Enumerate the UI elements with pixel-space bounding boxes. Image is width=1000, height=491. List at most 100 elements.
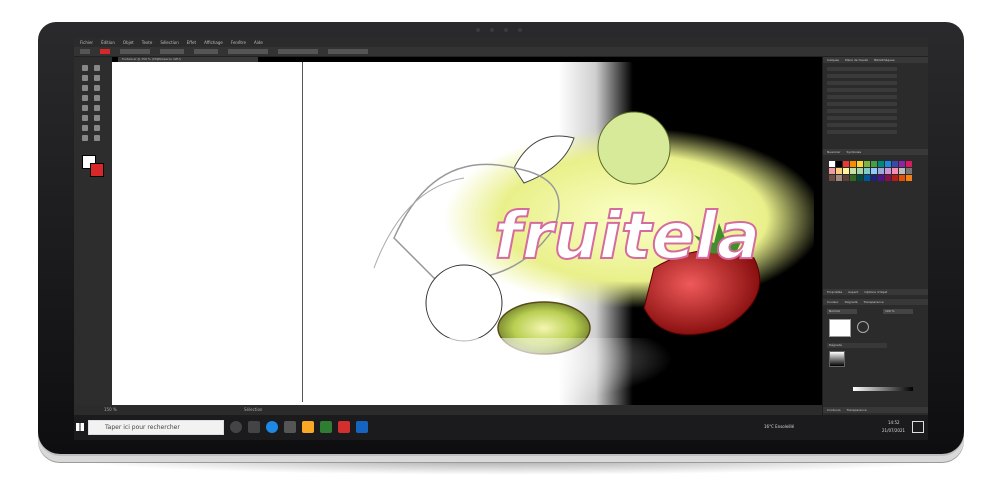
pencil-tool-icon[interactable] — [82, 105, 88, 111]
adobe-app-icon[interactable] — [284, 421, 296, 433]
paintbrush-tool-icon[interactable] — [94, 95, 100, 101]
swatch[interactable] — [850, 161, 856, 167]
scale-tool-icon[interactable] — [94, 115, 100, 121]
rectangle-tool-icon[interactable] — [82, 95, 88, 101]
windows-start-icon[interactable] — [76, 423, 84, 431]
stroke-weight-field[interactable] — [120, 49, 150, 54]
swatch[interactable] — [878, 175, 884, 181]
app-icon[interactable] — [320, 421, 332, 433]
cortana-icon[interactable] — [230, 421, 242, 433]
swatch[interactable] — [885, 175, 891, 181]
tab-gradient[interactable]: Dégradé — [845, 299, 858, 305]
curvature-tool-icon[interactable] — [94, 75, 100, 81]
layer-row[interactable] — [827, 102, 897, 106]
align-controls[interactable] — [228, 49, 268, 54]
menu-item[interactable]: Aide — [254, 40, 263, 45]
swatch[interactable] — [906, 161, 912, 167]
swatch[interactable] — [850, 175, 856, 181]
layer-row[interactable] — [827, 123, 897, 127]
swatch[interactable] — [899, 168, 905, 174]
no-mask-icon[interactable] — [857, 321, 869, 333]
opacity-dropdown[interactable]: 100 % — [883, 309, 913, 314]
transparency-thumbnail[interactable] — [829, 319, 851, 337]
swatch[interactable] — [864, 161, 870, 167]
swatch[interactable] — [906, 175, 912, 181]
tab-symbols[interactable]: Symboles — [846, 149, 861, 155]
swatch[interactable] — [836, 168, 842, 174]
blend-mode-dropdown[interactable]: Normal — [827, 309, 857, 314]
swatch[interactable] — [871, 168, 877, 174]
tab-object-options[interactable]: Options d'objet — [864, 289, 887, 295]
tab-transparency[interactable]: Transparence — [864, 299, 884, 305]
menu-item[interactable]: Texte — [142, 40, 153, 45]
tab-color[interactable]: Couleur — [827, 299, 839, 305]
fill-swatch[interactable] — [80, 49, 90, 54]
edge-icon[interactable] — [266, 421, 278, 433]
photoshop-icon[interactable] — [356, 421, 368, 433]
task-view-icon[interactable] — [248, 421, 260, 433]
opacity-field[interactable] — [194, 49, 218, 54]
eyedropper-tool-icon[interactable] — [94, 125, 100, 131]
swatch[interactable] — [878, 161, 884, 167]
selection-tool-icon[interactable] — [82, 65, 88, 71]
tab-swatches[interactable]: Nuancier — [827, 149, 840, 155]
rotate-tool-icon[interactable] — [82, 115, 88, 121]
gradient-tool-icon[interactable] — [82, 125, 88, 131]
menu-item[interactable]: Sélection — [160, 40, 178, 45]
weather-status[interactable]: 16°C Ensoleillé — [764, 424, 794, 429]
layer-row[interactable] — [827, 81, 897, 85]
tab-artboards[interactable]: Plans de travail — [845, 57, 868, 63]
swatch[interactable] — [885, 161, 891, 167]
swatch[interactable] — [850, 168, 856, 174]
swatch[interactable] — [857, 168, 863, 174]
swatch[interactable] — [829, 161, 835, 167]
pen-tool-icon[interactable] — [82, 75, 88, 81]
zoom-level[interactable]: 150 % — [104, 407, 117, 412]
transform-controls[interactable] — [278, 49, 318, 54]
stroke-swatch[interactable] — [100, 49, 110, 54]
swatch[interactable] — [899, 161, 905, 167]
swatch[interactable] — [843, 168, 849, 174]
menu-item[interactable]: Objet — [123, 40, 134, 45]
swatch[interactable] — [843, 175, 849, 181]
swatch[interactable] — [885, 168, 891, 174]
file-explorer-icon[interactable] — [302, 421, 314, 433]
menu-item[interactable]: Affichage — [204, 40, 223, 45]
notifications-icon[interactable] — [912, 421, 924, 433]
swatch[interactable] — [836, 161, 842, 167]
tab-properties[interactable]: Propriétés — [827, 289, 842, 295]
tab-libraries[interactable]: Bibliothèques — [874, 57, 894, 63]
position-fields[interactable] — [328, 49, 368, 54]
swatch[interactable] — [829, 175, 835, 181]
fruitela-artwork[interactable]: fruitela — [334, 98, 814, 358]
menu-item[interactable]: Fichier — [80, 40, 93, 45]
swatch[interactable] — [829, 168, 835, 174]
swatch[interactable] — [857, 175, 863, 181]
menu-item[interactable]: Fenêtre — [231, 40, 246, 45]
layer-row[interactable] — [827, 95, 897, 99]
style-dropdown[interactable] — [160, 49, 184, 54]
swatch[interactable] — [864, 175, 870, 181]
swatch[interactable] — [878, 168, 884, 174]
stroke-color-icon[interactable] — [90, 163, 104, 177]
swatch[interactable] — [871, 161, 877, 167]
layer-row[interactable] — [827, 67, 897, 71]
direct-selection-tool-icon[interactable] — [94, 65, 100, 71]
hand-tool-icon[interactable] — [82, 135, 88, 141]
gradient-slider[interactable] — [853, 387, 913, 391]
search-input[interactable]: Taper ici pour rechercher — [88, 420, 224, 435]
menu-item[interactable]: Édition — [101, 40, 115, 45]
line-tool-icon[interactable] — [94, 85, 100, 91]
swatch[interactable] — [836, 175, 842, 181]
swatch[interactable] — [843, 161, 849, 167]
swatch[interactable] — [899, 175, 905, 181]
swatch[interactable] — [864, 168, 870, 174]
tab-transparency-bottom[interactable]: Transparence — [847, 407, 867, 413]
swatch[interactable] — [906, 168, 912, 174]
gradient-thumbnail[interactable] — [829, 351, 845, 367]
eraser-tool-icon[interactable] — [94, 105, 100, 111]
illustrator-icon[interactable] — [338, 421, 350, 433]
type-tool-icon[interactable] — [82, 85, 88, 91]
layer-row[interactable] — [827, 74, 897, 78]
layer-row[interactable] — [827, 130, 897, 134]
